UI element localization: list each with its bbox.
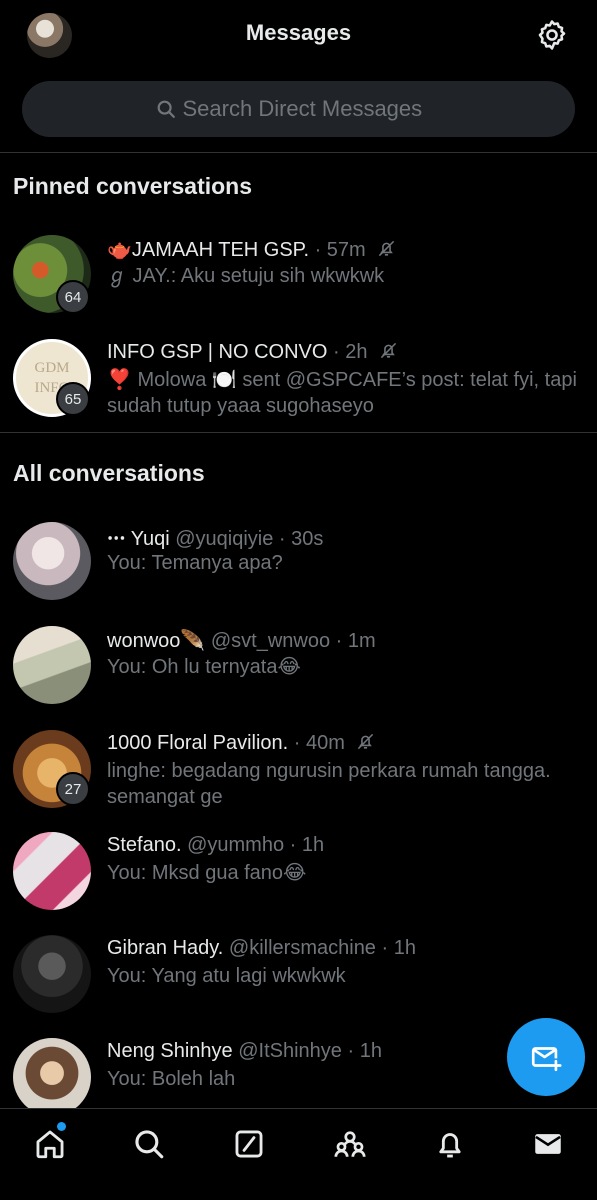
new-message-icon xyxy=(531,1047,562,1072)
bell-off-icon xyxy=(380,342,397,359)
conversation-preview: You: Oh lu ternyata😂 xyxy=(107,656,301,678)
conversation-row[interactable]: Gibran Hady. @killersmachine · 1h You: Y… xyxy=(0,935,597,1021)
divider xyxy=(0,152,597,153)
conversation-row[interactable]: ꞏꞏꞏ Yuqi @yuqiqiyie · 30s You: Temanya a… xyxy=(0,520,597,606)
gear-icon[interactable] xyxy=(535,18,569,52)
conversation-name: JAMAAH TEH GSP. xyxy=(131,239,309,261)
conversation-row[interactable]: 64 🫖JAMAAH TEH GSP. · 57m ℊ JAY.: Aku se… xyxy=(0,232,597,318)
conversation-row[interactable]: Stefano. @yummho · 1h You: Mksd gua fano… xyxy=(0,832,597,918)
conversation-name: Stefano. xyxy=(107,834,182,856)
avatar xyxy=(13,832,91,910)
notification-dot xyxy=(57,1122,66,1131)
conversation-row[interactable]: 27 1000 Floral Pavilion. · 40m linghe: b… xyxy=(0,728,597,814)
search-bar[interactable] xyxy=(22,81,575,137)
conversation-emoji: 🫖 xyxy=(107,239,132,261)
mail-icon[interactable] xyxy=(531,1127,565,1161)
conversation-preview: You: Yang atu lagi wkwkwk xyxy=(107,965,346,987)
unread-badge: 27 xyxy=(56,772,90,806)
avatar xyxy=(13,1038,91,1108)
avatar xyxy=(13,522,91,600)
conversation-handle: @svt_wnwoo xyxy=(210,630,331,652)
conversation-row[interactable]: wonwoo🪶 @svt_wnwoo · 1m You: Oh lu terny… xyxy=(0,624,597,710)
conversation-preview: linghe: begadang ngurusin perkara rumah … xyxy=(107,760,551,808)
conversation-time: · 1h xyxy=(289,834,325,856)
conversation-time: · 1m xyxy=(335,630,376,652)
conversation-row[interactable]: GDM INFO 65 INFO GSP | NO CONVO · 2h ❣️ … xyxy=(0,336,597,422)
conversation-name: Gibran Hady. xyxy=(107,937,224,959)
conversation-time: · 30s xyxy=(278,528,324,550)
conversation-handle: @ItShinhye xyxy=(238,1040,342,1062)
conversation-time: · 57m xyxy=(314,239,366,261)
pinned-section-title: Pinned conversations xyxy=(13,173,253,199)
conversation-time: · 1h xyxy=(347,1040,382,1062)
conversation-preview: You: Temanya apa? xyxy=(107,552,283,574)
conversation-name: ꞏꞏꞏ Yuqi xyxy=(107,528,170,550)
grok-icon[interactable] xyxy=(232,1127,266,1161)
conversation-name: INFO GSP | NO CONVO xyxy=(107,341,328,363)
conversation-preview: You: Mksd gua fano😂 xyxy=(107,862,307,884)
conversation-name: wonwoo🪶 xyxy=(107,630,206,652)
bell-off-icon xyxy=(379,240,395,257)
search-icon[interactable] xyxy=(132,1127,166,1161)
conversation-handle: @killersmachine xyxy=(228,937,376,959)
top-bar: Messages xyxy=(0,0,597,68)
bell-icon[interactable] xyxy=(433,1127,467,1161)
conversation-handle: @yummho xyxy=(187,834,285,856)
search-icon xyxy=(157,100,175,118)
avatar xyxy=(13,935,91,1013)
conversation-name: Neng Shinhye xyxy=(107,1040,233,1062)
bottom-nav xyxy=(0,1108,597,1200)
unread-badge: 65 xyxy=(56,382,90,416)
avatar xyxy=(13,626,91,704)
all-section-title: All conversations xyxy=(13,460,205,486)
communities-icon[interactable] xyxy=(333,1127,367,1161)
unread-badge: 64 xyxy=(56,280,90,314)
new-message-button[interactable] xyxy=(507,1018,585,1096)
divider xyxy=(0,432,597,433)
conversation-name: 1000 Floral Pavilion. xyxy=(107,732,289,754)
conversation-time: · 1h xyxy=(381,937,416,959)
page-title: Messages xyxy=(245,20,352,45)
conversation-preview: ❣️ Molowa 🍽️ sent @GSPCAFE’s post: telat… xyxy=(107,369,577,417)
search-input[interactable] xyxy=(182,96,443,122)
conversation-time: · 2h xyxy=(332,341,368,363)
conversation-time: · 40m xyxy=(293,732,345,754)
home-icon[interactable] xyxy=(33,1127,67,1161)
conversation-preview: You: Boleh lah xyxy=(107,1068,236,1090)
bell-off-icon xyxy=(358,733,374,750)
conversation-preview: ℊ JAY.: Aku setuju sih wkwkwk xyxy=(107,265,385,287)
conversation-handle: @yuqiqiyie xyxy=(175,528,274,550)
